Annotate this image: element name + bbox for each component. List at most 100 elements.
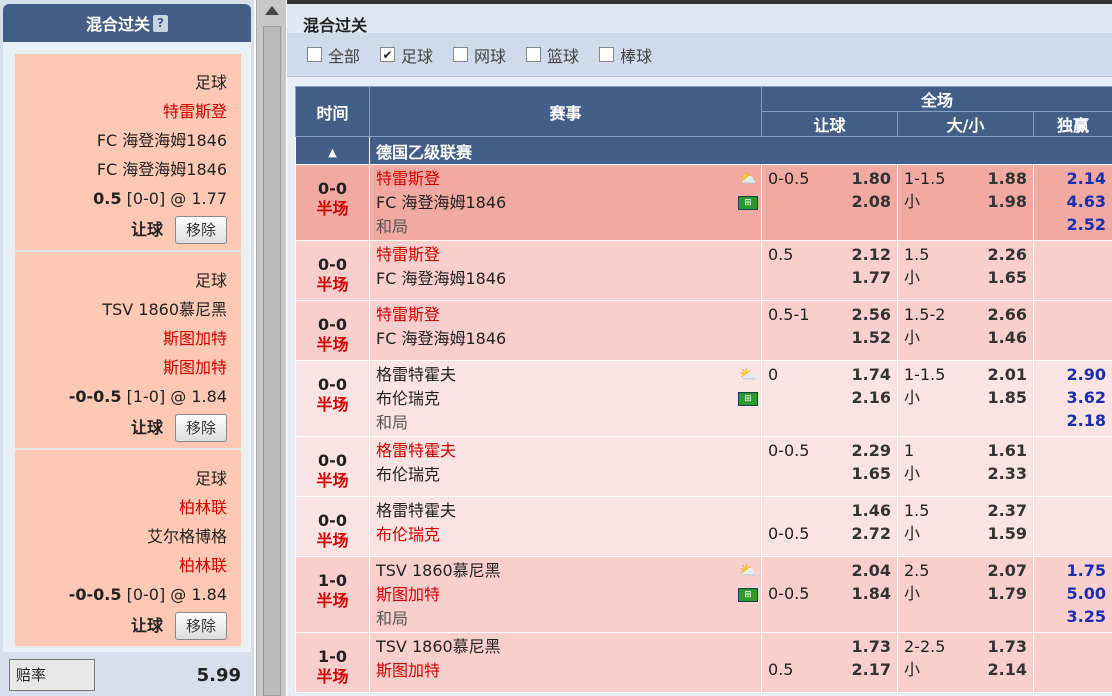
handicap-odds[interactable]: 2.12 — [852, 243, 891, 266]
remove-button[interactable]: 移除 — [174, 611, 227, 640]
checkbox[interactable] — [453, 47, 469, 62]
ou-odds[interactable]: 1.46 — [988, 326, 1027, 349]
handicap-odds[interactable]: 1.74 — [852, 363, 891, 386]
ou-odds[interactable]: 2.14 — [988, 658, 1027, 681]
handicap-cell: 2.04 0-0.5 1.84 — [761, 556, 898, 633]
filter-篮球[interactable]: 篮球 — [526, 43, 579, 67]
scroll-up-icon[interactable] — [265, 6, 279, 15]
handicap-odds[interactable]: 2.08 — [852, 190, 891, 213]
win-odds[interactable]: 2.18 — [1034, 409, 1106, 432]
win-odds[interactable]: 5.00 — [1034, 582, 1106, 605]
ou-odds[interactable]: 1.98 — [988, 190, 1027, 213]
ou-odds[interactable]: 2.37 — [988, 499, 1027, 522]
ou-odds[interactable]: 1.59 — [988, 522, 1027, 545]
team-name[interactable]: 格雷特霍夫 — [376, 499, 761, 523]
win-odds[interactable]: 2.14 — [1034, 167, 1106, 190]
filter-棒球[interactable]: 棒球 — [599, 43, 652, 67]
handicap-odds[interactable]: 2.56 — [852, 303, 891, 326]
handicap-line: 1.46 — [762, 499, 897, 522]
team-name[interactable]: FC 海登海姆1846 — [376, 267, 761, 291]
weather-icon: ⛅ — [739, 367, 757, 383]
win-odds[interactable]: 2.52 — [1034, 213, 1106, 236]
match-row: 1-0 半场 TSV 1860慕尼黑 斯图加特 1.73 0.5 2.17 2-2.5 1.73… — [295, 632, 1112, 693]
ou-odds[interactable]: 1.88 — [988, 167, 1027, 190]
team-name[interactable]: 特雷斯登 — [376, 167, 761, 191]
team-name[interactable]: 和局 — [376, 215, 761, 239]
team-name[interactable]: 布伦瑞克 — [376, 523, 761, 547]
handicap-line: 2.16 — [762, 386, 897, 409]
handicap-odds[interactable]: 1.65 — [852, 462, 891, 485]
win-cell — [1032, 300, 1112, 361]
team-name[interactable]: 布伦瑞克 — [376, 387, 761, 411]
match-teams: 格雷特霍夫 布伦瑞克 和局 ⛅ ⊞ — [369, 360, 762, 437]
soccer-field-icon[interactable]: ⊞ — [738, 588, 758, 602]
team-name[interactable]: FC 海登海姆1846 — [376, 327, 761, 351]
remove-button[interactable]: 移除 — [174, 215, 227, 244]
match-row: 0-0 半场 特雷斯登 FC 海登海姆1846 0.5 2.12 1.77 1.5 2.26 小 1… — [295, 240, 1112, 301]
ou-odds[interactable]: 1.61 — [988, 439, 1027, 462]
ou-odds[interactable]: 1.85 — [988, 386, 1027, 409]
ou-odds[interactable]: 2.07 — [988, 559, 1027, 582]
handicap-odds[interactable]: 2.04 — [852, 559, 891, 582]
checkbox[interactable] — [599, 47, 615, 62]
soccer-field-icon[interactable]: ⊞ — [738, 392, 758, 406]
win-odds[interactable]: 4.63 — [1034, 190, 1106, 213]
handicap-odds[interactable]: 2.17 — [852, 658, 891, 681]
team-name[interactable]: 格雷特霍夫 — [376, 363, 761, 387]
filter-网球[interactable]: 网球 — [453, 43, 506, 67]
match-time: 0-0 半场 — [295, 360, 370, 437]
team-name[interactable]: 和局 — [376, 411, 761, 435]
team-name[interactable]: 和局 — [376, 607, 761, 631]
ou-odds[interactable]: 2.33 — [988, 462, 1027, 485]
team-name[interactable]: 布伦瑞克 — [376, 463, 761, 487]
match-row: 0-0 半场 格雷特霍夫 布伦瑞克 0-0.5 2.29 1.65 1 1.61 小 2.33 — [295, 436, 1112, 497]
handicap-odds[interactable]: 1.73 — [852, 635, 891, 658]
league-row[interactable]: ▲ 德国乙级联赛 — [295, 136, 1112, 165]
ou-odds[interactable]: 2.66 — [988, 303, 1027, 326]
help-icon[interactable]: ? — [153, 14, 168, 32]
win-odds[interactable]: 3.62 — [1034, 386, 1106, 409]
payout-value: 5.99 — [196, 664, 241, 686]
ou-odds[interactable]: 1.79 — [988, 582, 1027, 605]
handicap-odds[interactable]: 2.29 — [852, 439, 891, 462]
win-odds[interactable]: 1.75 — [1034, 559, 1106, 582]
handicap-odds[interactable]: 1.46 — [852, 499, 891, 522]
scrollbar-thumb[interactable] — [263, 26, 281, 696]
handicap-odds[interactable]: 2.16 — [852, 386, 891, 409]
team-name[interactable]: 格雷特霍夫 — [376, 439, 761, 463]
team-name[interactable]: 特雷斯登 — [376, 303, 761, 327]
half-time-label: 半场 — [316, 199, 349, 218]
soccer-field-icon[interactable]: ⊞ — [738, 196, 758, 210]
collapse-arrow-icon[interactable]: ▲ — [328, 146, 336, 159]
win-odds[interactable]: 2.90 — [1034, 363, 1106, 386]
handicap-odds[interactable]: 1.77 — [852, 266, 891, 289]
team-name[interactable]: 特雷斯登 — [376, 243, 761, 267]
team-name[interactable]: TSV 1860慕尼黑 — [376, 559, 761, 583]
handicap-odds[interactable]: 1.84 — [852, 582, 891, 605]
handicap-line: 0-0.5 1.84 — [762, 582, 897, 605]
scrollbar[interactable] — [256, 0, 286, 696]
filter-全部[interactable]: 全部 — [307, 43, 360, 67]
team-name[interactable]: FC 海登海姆1846 — [376, 191, 761, 215]
match-icons: ⛅ ⊞ — [737, 363, 759, 411]
filter-足球[interactable]: ✔ 足球 — [380, 43, 433, 67]
match-row: 0-0 半场 格雷特霍夫 布伦瑞克 和局 ⛅ ⊞ 0 1.74 2.16 1-1.5 2.01 小 1.8… — [295, 360, 1112, 437]
checkbox[interactable]: ✔ — [380, 47, 396, 62]
handicap-odds[interactable]: 1.80 — [852, 167, 891, 190]
ou-odds[interactable]: 1.73 — [988, 635, 1027, 658]
ou-odds[interactable]: 2.01 — [988, 363, 1027, 386]
league-name[interactable]: 德国乙级联赛 — [368, 136, 1112, 165]
handicap-odds[interactable]: 1.52 — [852, 326, 891, 349]
checkbox[interactable] — [526, 47, 542, 62]
ou-odds[interactable]: 1.65 — [988, 266, 1027, 289]
ou-odds[interactable]: 2.26 — [988, 243, 1027, 266]
bet-type: 让球 — [130, 616, 163, 635]
ou-value: 1.5 — [904, 501, 930, 520]
handicap-odds[interactable]: 2.72 — [852, 522, 891, 545]
win-odds[interactable]: 3.25 — [1034, 605, 1106, 628]
team-name[interactable]: 斯图加特 — [376, 583, 761, 607]
team-name[interactable]: 斯图加特 — [376, 659, 761, 683]
remove-button[interactable]: 移除 — [174, 413, 227, 442]
checkbox[interactable] — [307, 47, 322, 62]
team-name[interactable]: TSV 1860慕尼黑 — [376, 635, 761, 659]
